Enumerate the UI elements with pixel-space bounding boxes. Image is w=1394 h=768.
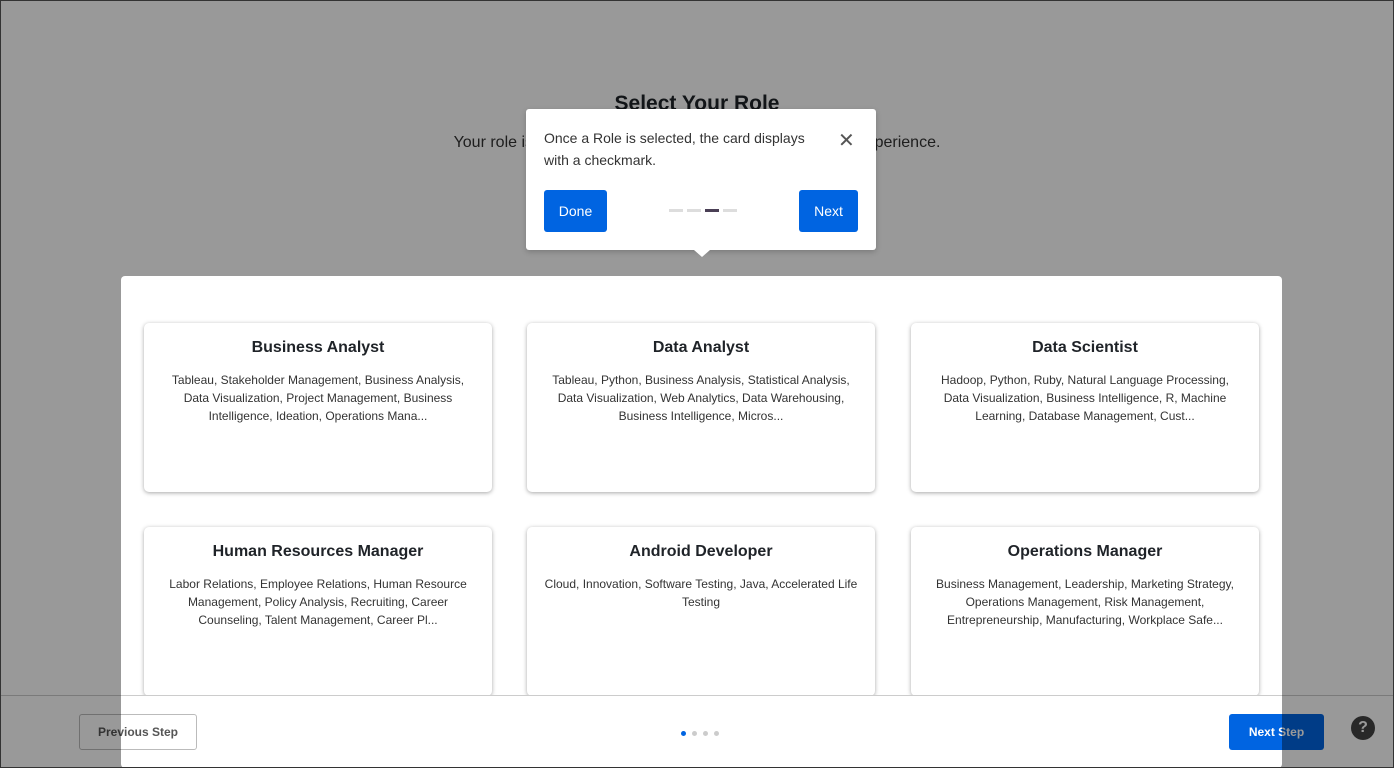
role-skills: Hadoop, Python, Ruby, Natural Language P… [941,373,1229,423]
role-name: Android Developer [629,543,773,560]
step-dot [703,731,708,736]
step-dot [692,731,697,736]
step-indicator [681,731,719,736]
role-skills: Business Management, Leadership, Marketi… [936,577,1234,627]
role-card[interactable]: Data Scientist Hadoop, Python, Ruby, Natu… [911,323,1259,492]
previous-step-button[interactable]: Previous Step [79,714,197,750]
help-icon[interactable]: ? [1351,716,1375,740]
role-skills: Labor Relations, Employee Relations, Hum… [169,577,467,627]
role-name: Data Analyst [652,339,750,356]
step-dot [681,731,686,736]
next-step-button[interactable]: Next Step [1229,714,1324,750]
step-dot [714,731,719,736]
tooltip-step [705,209,719,212]
tooltip-step-indicator [669,209,737,212]
role-card[interactable]: Data Analyst Tableau, Python, Business An… [527,323,875,492]
tooltip-step [723,209,737,212]
role-name: Business Analyst [251,339,385,356]
role-name: Human Resources Manager [212,543,424,560]
role-card[interactable]: Human Resources Manager Labor Relations, … [144,527,492,696]
role-name: Data Scientist [1032,339,1138,356]
tooltip-text: Once a Role is selected, the card displa… [544,130,805,168]
tooltip-next-button[interactable]: Next [799,190,858,232]
close-icon[interactable]: ✕ [838,131,855,151]
role-card[interactable]: Android Developer Cloud, Innovation, Soft… [527,527,875,696]
role-name: Operations Manager [1007,543,1163,560]
onboarding-tooltip: Once a Role is selected, the card displa… [526,109,876,257]
tooltip-step [669,209,683,212]
done-button[interactable]: Done [544,190,607,232]
tooltip-step [687,209,701,212]
role-card[interactable]: Operations Manager Business Management, L… [911,527,1259,696]
role-skills: Tableau, Stakeholder Management, Busines… [171,373,465,423]
role-skills: Cloud, Innovation, Software Testing, Jav… [544,577,858,609]
role-skills: Tableau, Python, Business Analysis, Stat… [552,373,850,423]
role-card[interactable]: Business Analyst Tableau, Stakeholder Man… [144,323,492,492]
